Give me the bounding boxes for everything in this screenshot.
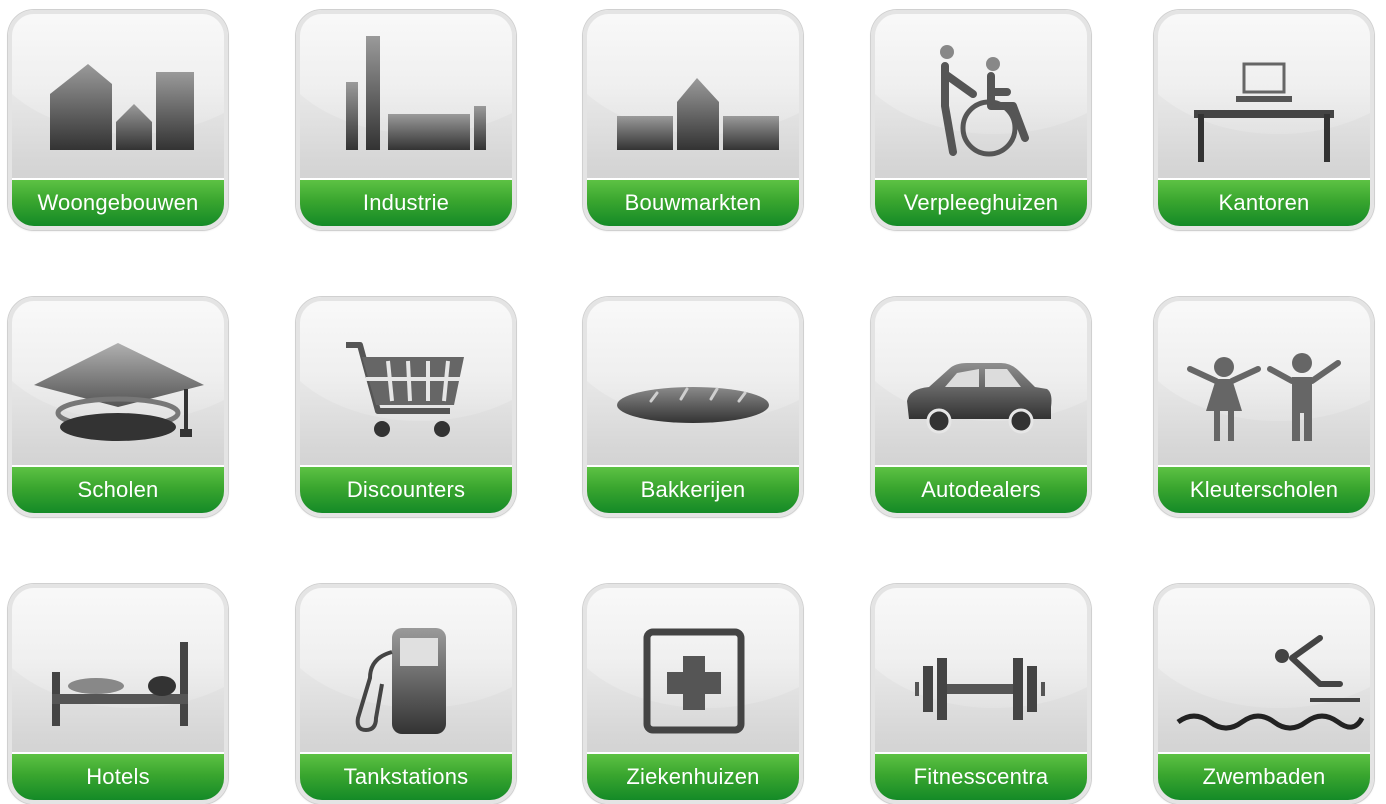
shopping-cart-icon bbox=[346, 342, 464, 437]
tile-label: Autodealers bbox=[875, 465, 1087, 513]
hardware-store-icon bbox=[617, 78, 779, 150]
swimmer-icon bbox=[1176, 635, 1365, 731]
tile-woongebouwen[interactable]: Woongebouwen bbox=[8, 10, 228, 230]
tile-autodealers[interactable]: Autodealers bbox=[871, 297, 1091, 517]
hospital-cross-icon bbox=[643, 628, 745, 734]
tile-industrie[interactable]: Industrie bbox=[296, 10, 516, 230]
tile-ziekenhuizen[interactable]: Ziekenhuizen bbox=[583, 584, 803, 804]
dumbbell-icon bbox=[915, 658, 1045, 720]
tile-kleuterscholen[interactable]: Kleuterscholen bbox=[1154, 297, 1374, 517]
bed-icon bbox=[52, 642, 188, 726]
tile-kantoren[interactable]: Kantoren bbox=[1154, 10, 1374, 230]
tile-label: Woongebouwen bbox=[12, 178, 224, 226]
tile-label: Tankstations bbox=[300, 752, 512, 800]
tile-bakkerijen[interactable]: Bakkerijen bbox=[583, 297, 803, 517]
children-icon bbox=[1187, 353, 1341, 441]
tile-fitnesscentra[interactable]: Fitnesscentra bbox=[871, 584, 1091, 804]
tile-label: Fitnesscentra bbox=[875, 752, 1087, 800]
tile-label: Zwembaden bbox=[1158, 752, 1370, 800]
tile-label: Hotels bbox=[12, 752, 224, 800]
tile-label: Bouwmarkten bbox=[587, 178, 799, 226]
category-grid: Woongebouwen Industrie Bouwmarkten Verpl… bbox=[0, 0, 1386, 804]
tile-label: Verpleeghuizen bbox=[875, 178, 1087, 226]
tile-label: Industrie bbox=[300, 178, 512, 226]
apartment-buildings-icon bbox=[50, 64, 194, 150]
tile-bouwmarkten[interactable]: Bouwmarkten bbox=[583, 10, 803, 230]
office-desk-icon bbox=[1194, 62, 1334, 162]
tile-label: Discounters bbox=[300, 465, 512, 513]
wheelchair-care-icon bbox=[940, 45, 1029, 157]
tile-verpleeghuizen[interactable]: Verpleeghuizen bbox=[871, 10, 1091, 230]
tile-label: Kleuterscholen bbox=[1158, 465, 1370, 513]
tile-discounters[interactable]: Discounters bbox=[296, 297, 516, 517]
tile-scholen[interactable]: Scholen bbox=[8, 297, 228, 517]
factory-icon bbox=[346, 36, 486, 150]
tile-label: Bakkerijen bbox=[587, 465, 799, 513]
tile-hotels[interactable]: Hotels bbox=[8, 584, 228, 804]
tile-label: Kantoren bbox=[1158, 178, 1370, 226]
bread-icon bbox=[617, 387, 769, 423]
tile-zwembaden[interactable]: Zwembaden bbox=[1154, 584, 1374, 804]
tile-label: Scholen bbox=[12, 465, 224, 513]
graduation-cap-icon bbox=[34, 343, 204, 441]
fuel-pump-icon bbox=[355, 628, 446, 734]
tile-label: Ziekenhuizen bbox=[587, 752, 799, 800]
car-icon bbox=[907, 363, 1052, 434]
tile-tankstations[interactable]: Tankstations bbox=[296, 584, 516, 804]
